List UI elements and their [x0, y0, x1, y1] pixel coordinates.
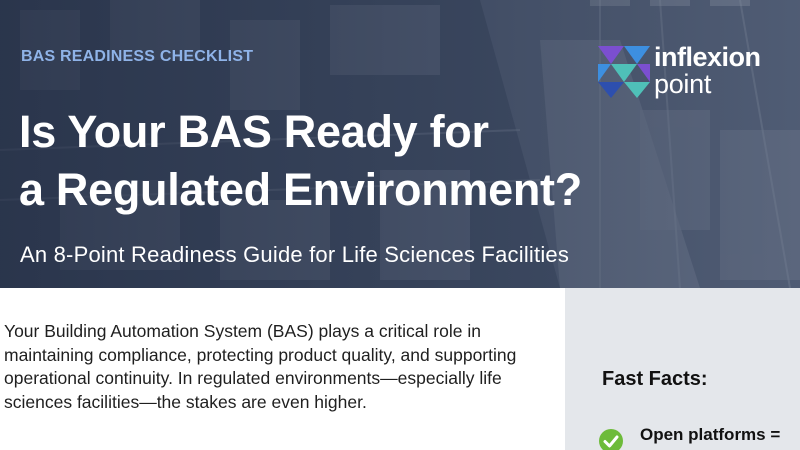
- check-circle-icon: [599, 429, 623, 450]
- title-line-1: Is Your BAS Ready for: [19, 106, 489, 157]
- inflexion-point-logo: inflexion point: [598, 44, 778, 104]
- fast-facts-panel: Fast Facts: Open platforms =: [565, 288, 800, 450]
- intro-paragraph: Your Building Automation System (BAS) pl…: [4, 321, 517, 412]
- eyebrow-label: BAS READINESS CHECKLIST: [21, 48, 254, 65]
- logo-word-point: point: [654, 69, 712, 99]
- fast-facts-title: Fast Facts:: [602, 368, 708, 390]
- logo-word-inflexion: inflexion: [654, 42, 761, 72]
- page-subtitle: An 8-Point Readiness Guide for Life Scie…: [20, 242, 570, 267]
- hero-banner: BAS READINESS CHECKLIST Is Your BAS Read…: [0, 0, 800, 288]
- logo-mark-icon: [598, 46, 650, 98]
- fast-fact-text: Open platforms =: [640, 425, 781, 444]
- fast-fact-item: Open platforms =: [599, 425, 799, 450]
- page-title: Is Your BAS Ready for a Regulated Enviro…: [19, 103, 719, 219]
- title-line-2: a Regulated Environment?: [19, 164, 582, 215]
